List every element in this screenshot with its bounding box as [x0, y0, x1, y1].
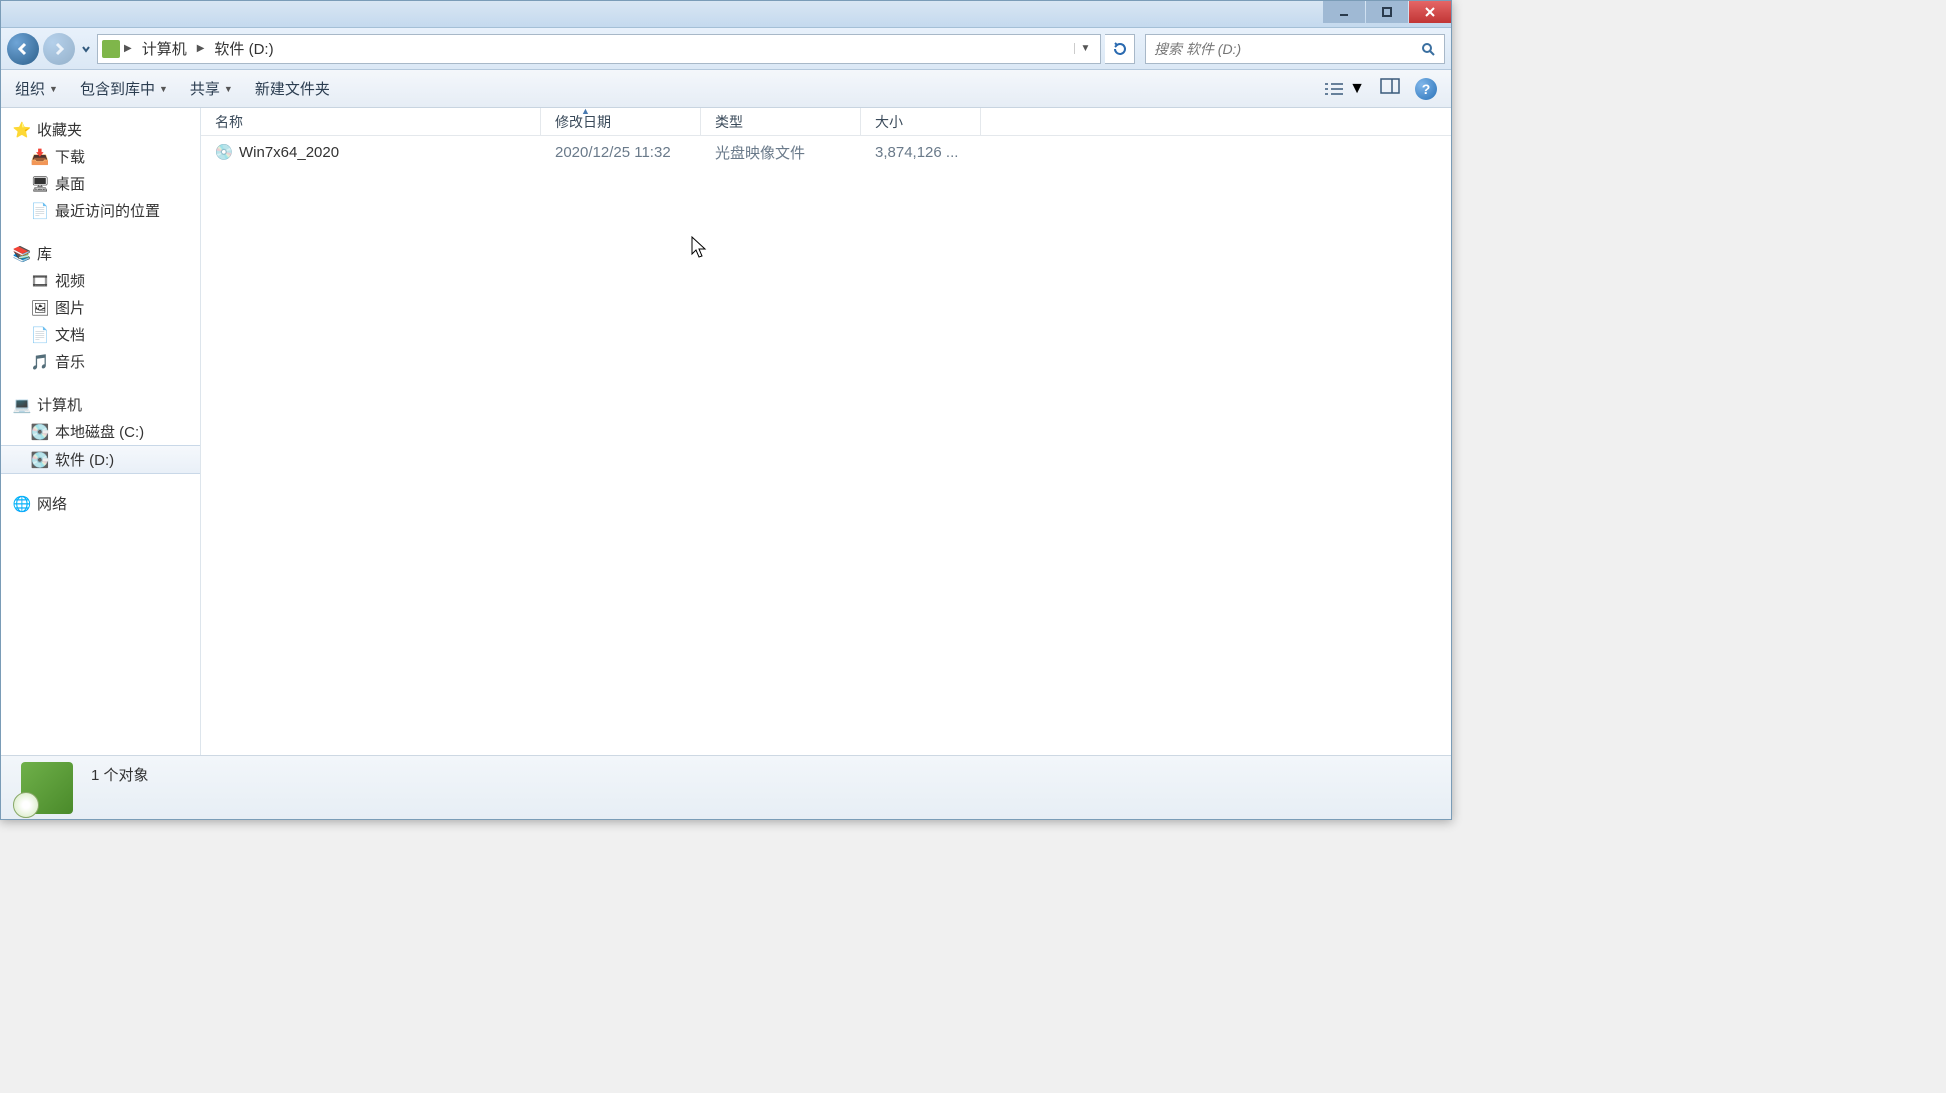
pictures-icon: 🖼: [31, 299, 49, 317]
sidebar-favorites[interactable]: ⭐收藏夹: [1, 116, 200, 143]
chevron-down-icon: ▼: [159, 84, 168, 94]
back-button[interactable]: [7, 33, 39, 65]
separator-icon: ▶: [193, 43, 209, 54]
file-type-cell: 光盘映像文件: [701, 142, 861, 163]
sidebar-network[interactable]: 🌐网络: [1, 490, 200, 517]
column-header-size[interactable]: 大小: [861, 108, 981, 135]
view-mode-button[interactable]: ▼: [1323, 80, 1365, 98]
sidebar-item-drive-c[interactable]: 💽本地磁盘 (C:): [1, 418, 200, 445]
network-icon: 🌐: [13, 495, 31, 513]
column-header-date[interactable]: 修改日期: [541, 108, 701, 135]
titlebar: [1, 1, 1451, 28]
column-headers: ▲ 名称 修改日期 类型 大小: [201, 108, 1451, 136]
recent-icon: 📄: [31, 202, 49, 220]
file-name-cell: 💿Win7x64_2020: [201, 143, 541, 161]
body-area: ⭐收藏夹 📥下载 🖥桌面 📄最近访问的位置 📚库 🎞视频 🖼图片 📄文档 🎵音乐…: [1, 108, 1451, 755]
search-icon: [1420, 41, 1436, 57]
sidebar-libraries[interactable]: 📚库: [1, 240, 200, 267]
column-header-type[interactable]: 类型: [701, 108, 861, 135]
sidebar-computer[interactable]: 💻计算机: [1, 391, 200, 418]
preview-pane-button[interactable]: [1379, 77, 1401, 100]
close-button[interactable]: [1409, 1, 1451, 23]
search-field[interactable]: [1145, 34, 1445, 64]
navigation-pane[interactable]: ⭐收藏夹 📥下载 🖥桌面 📄最近访问的位置 📚库 🎞视频 🖼图片 📄文档 🎵音乐…: [1, 108, 201, 755]
file-size-cell: 3,874,126 ...: [861, 144, 981, 161]
sidebar-item-recent[interactable]: 📄最近访问的位置: [1, 197, 200, 224]
chevron-down-icon: ▼: [224, 84, 233, 94]
address-dropdown[interactable]: ▼: [1074, 43, 1096, 54]
breadcrumb-drive-d[interactable]: 软件 (D:): [208, 35, 279, 63]
file-row[interactable]: 💿Win7x64_2020 2020/12/25 11:32 光盘映像文件 3,…: [201, 136, 1451, 168]
drive-icon: 💽: [31, 451, 49, 469]
include-in-library-button[interactable]: 包含到库中▼: [80, 78, 168, 99]
libraries-icon: 📚: [13, 245, 31, 263]
sidebar-item-documents[interactable]: 📄文档: [1, 321, 200, 348]
desktop-icon: 🖥: [31, 175, 49, 193]
chevron-down-icon: ▼: [1349, 80, 1365, 98]
video-icon: 🎞: [31, 272, 49, 290]
separator-icon: ▶: [120, 43, 136, 54]
statusbar: 1 个对象: [1, 755, 1451, 819]
address-bar: ▶ 计算机 ▶ 软件 (D:) ▼: [1, 28, 1451, 70]
star-icon: ⭐: [13, 121, 31, 139]
breadcrumb-computer[interactable]: 计算机: [136, 35, 193, 63]
forward-button[interactable]: [43, 33, 75, 65]
sidebar-item-music[interactable]: 🎵音乐: [1, 348, 200, 375]
sort-indicator-icon: ▲: [581, 108, 590, 116]
sidebar-item-pictures[interactable]: 🖼图片: [1, 294, 200, 321]
sidebar-item-drive-d[interactable]: 💽软件 (D:): [1, 445, 200, 474]
music-icon: 🎵: [31, 353, 49, 371]
sidebar-item-downloads[interactable]: 📥下载: [1, 143, 200, 170]
drive-large-icon: [21, 762, 73, 814]
address-field[interactable]: ▶ 计算机 ▶ 软件 (D:) ▼: [97, 34, 1101, 64]
search-input[interactable]: [1154, 41, 1420, 57]
chevron-down-icon: ▼: [49, 84, 58, 94]
mouse-cursor: [691, 236, 709, 265]
refresh-button[interactable]: [1105, 34, 1135, 64]
computer-icon: 💻: [13, 396, 31, 414]
explorer-window: ▶ 计算机 ▶ 软件 (D:) ▼ 组织▼ 包含到库中▼ 共享▼ 新建文件夹 ▼…: [0, 0, 1452, 820]
new-folder-button[interactable]: 新建文件夹: [255, 78, 330, 99]
history-dropdown[interactable]: [79, 33, 93, 65]
column-header-name[interactable]: 名称: [201, 108, 541, 135]
drive-icon: 💽: [31, 423, 49, 441]
disc-image-icon: 💿: [215, 143, 233, 161]
file-list[interactable]: ▲ 名称 修改日期 类型 大小 💿Win7x64_2020 2020/12/25…: [201, 108, 1451, 755]
maximize-button[interactable]: [1366, 1, 1408, 23]
minimize-button[interactable]: [1323, 1, 1365, 23]
organize-button[interactable]: 组织▼: [15, 78, 58, 99]
sidebar-item-desktop[interactable]: 🖥桌面: [1, 170, 200, 197]
documents-icon: 📄: [31, 326, 49, 344]
file-date-cell: 2020/12/25 11:32: [541, 144, 701, 161]
drive-icon: [102, 40, 120, 58]
downloads-icon: 📥: [31, 148, 49, 166]
share-button[interactable]: 共享▼: [190, 78, 233, 99]
status-text: 1 个对象: [91, 756, 1431, 785]
help-button[interactable]: ?: [1415, 78, 1437, 100]
sidebar-item-videos[interactable]: 🎞视频: [1, 267, 200, 294]
toolbar: 组织▼ 包含到库中▼ 共享▼ 新建文件夹 ▼ ?: [1, 70, 1451, 108]
